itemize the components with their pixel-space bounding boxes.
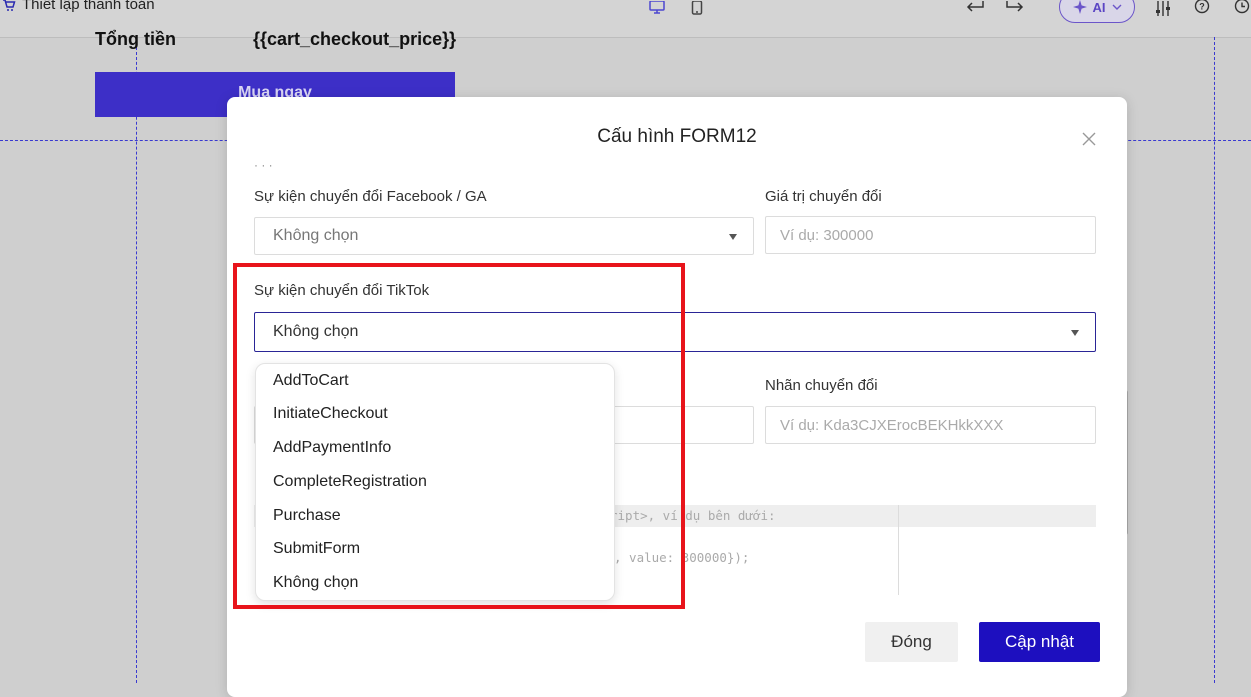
sparkle-icon bbox=[1072, 0, 1087, 14]
editor-topbar: Thiết lập thanh toán AI ? bbox=[0, 0, 1251, 38]
close-icon[interactable] bbox=[1081, 131, 1097, 147]
code-divider bbox=[898, 505, 899, 595]
guide-line-vertical-right bbox=[1214, 37, 1215, 683]
cart-icon bbox=[3, 0, 16, 11]
redo-icon[interactable] bbox=[1004, 0, 1026, 16]
total-value: {{cart_checkout_price}} bbox=[253, 29, 457, 49]
dropdown-option-initiatecheckout[interactable]: InitiateCheckout bbox=[273, 403, 388, 425]
undo-icon[interactable] bbox=[964, 0, 986, 16]
help-icon[interactable]: ? bbox=[1191, 0, 1213, 16]
dropdown-option-none[interactable]: Không chọn bbox=[273, 572, 358, 594]
ai-button[interactable]: AI bbox=[1059, 0, 1135, 23]
guide-line-vertical-left bbox=[136, 37, 137, 683]
code-line-2: , value: 300000}); bbox=[614, 550, 750, 565]
conversion-label-input[interactable] bbox=[765, 406, 1096, 444]
caret-down-icon bbox=[729, 234, 737, 240]
caret-down-icon bbox=[1071, 330, 1079, 336]
dropdown-option-addpaymentinfo[interactable]: AddPaymentInfo bbox=[273, 437, 391, 459]
total-label: Tổng tiền bbox=[95, 29, 176, 49]
mobile-view-icon[interactable] bbox=[686, 0, 708, 16]
ai-label: AI bbox=[1092, 0, 1106, 15]
dropdown-option-submitform[interactable]: SubmitForm bbox=[273, 538, 360, 560]
svg-text:?: ? bbox=[1199, 2, 1205, 12]
dropdown-option-addtocart[interactable]: AddToCart bbox=[273, 370, 349, 392]
tiktok-event-label: Sự kiện chuyển đổi TikTok bbox=[254, 282, 430, 299]
partial-field-label: · · · bbox=[254, 163, 273, 172]
tiktok-event-value: Không chọn bbox=[273, 323, 359, 340]
chevron-down-icon bbox=[1112, 4, 1121, 10]
page-title: Thiết lập thanh toán bbox=[22, 0, 155, 13]
history-icon[interactable] bbox=[1231, 0, 1251, 16]
dropdown-option-completeregistration[interactable]: CompleteRegistration bbox=[273, 471, 427, 493]
conversion-label-label: Nhãn chuyển đổi bbox=[765, 377, 878, 394]
close-button[interactable]: Đóng bbox=[865, 622, 958, 662]
conversion-value-label: Giá trị chuyển đổi bbox=[765, 188, 882, 205]
dropdown-option-purchase[interactable]: Purchase bbox=[273, 505, 341, 527]
desktop-view-icon[interactable] bbox=[646, 0, 668, 16]
settings-sliders-icon[interactable] bbox=[1152, 0, 1174, 16]
fb-event-value: Không chọn bbox=[273, 227, 359, 244]
conversion-value-input[interactable] bbox=[765, 216, 1096, 254]
tiktok-event-dropdown: AddToCart InitiateCheckout AddPaymentInf… bbox=[255, 363, 615, 601]
update-button[interactable]: Cập nhật bbox=[979, 622, 1100, 662]
tiktok-event-select[interactable]: Không chọn bbox=[254, 312, 1096, 352]
fb-event-label: Sự kiện chuyển đổi Facebook / GA bbox=[254, 188, 487, 205]
fb-event-select[interactable]: Không chọn bbox=[254, 217, 754, 255]
modal-title: Cấu hình FORM12 bbox=[597, 126, 757, 147]
code-line-1: ript>, ví dụ bên dưới: bbox=[610, 508, 776, 523]
page-title-group: Thiết lập thanh toán bbox=[2, 0, 155, 13]
